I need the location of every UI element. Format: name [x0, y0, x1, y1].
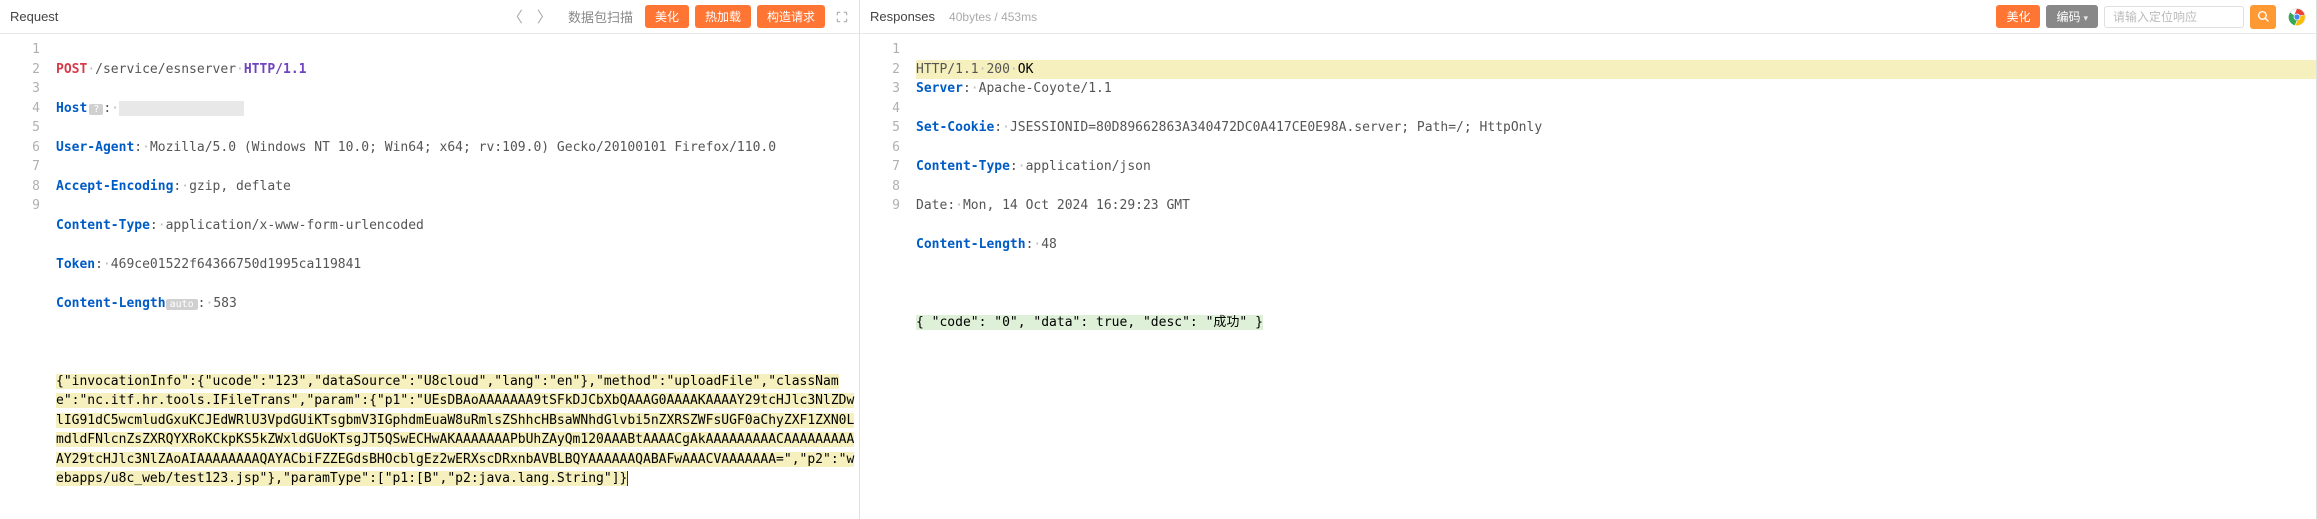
request-editor[interactable]: 123456789 POST·/service/esnserver·HTTP/1…	[0, 34, 859, 519]
request-title: Request	[10, 9, 58, 24]
chrome-icon[interactable]	[2288, 8, 2306, 26]
response-status-text: OK	[1018, 62, 1034, 77]
response-http-version: HTTP/1.1	[916, 62, 979, 77]
beautify-response-button[interactable]: 美化	[1996, 5, 2040, 28]
fullscreen-icon[interactable]	[835, 10, 849, 24]
response-body: { "code": "0", "data": true, "desc": "成功…	[916, 315, 1263, 330]
response-panel: Responses 40bytes / 453ms 美化 编码 12345678…	[860, 0, 2317, 519]
search-icon	[2257, 10, 2270, 23]
header-ct-name: Content-Type	[56, 218, 150, 233]
header-host-name: Host	[56, 101, 87, 116]
header-token-value: 469ce01522f64366750d1995ca119841	[111, 257, 361, 272]
response-title: Responses	[870, 9, 935, 24]
header-cl-name: Content-Length	[56, 296, 166, 311]
header-token-name: Token	[56, 257, 95, 272]
resp-header-ct-name: Content-Type	[916, 159, 1010, 174]
search-response-button[interactable]	[2250, 5, 2276, 29]
request-body[interactable]: {"invocationInfo":{"ucode":"123","dataSo…	[56, 374, 854, 487]
hotload-button[interactable]: 热加载	[695, 5, 751, 28]
response-status-code: 200	[986, 62, 1009, 77]
resp-header-date-name: Date	[916, 198, 947, 213]
resp-header-setcookie-name: Set-Cookie	[916, 120, 994, 135]
response-gutter: 123456789	[860, 34, 910, 519]
resp-header-cl-name: Content-Length	[916, 237, 1026, 252]
content-length-auto-badge: auto	[166, 299, 198, 310]
header-ae-name: Accept-Encoding	[56, 179, 173, 194]
next-request-button[interactable]: 〉	[533, 6, 556, 27]
header-host-value-masked: ██.███.██.██████	[119, 101, 244, 116]
host-help-badge[interactable]: ?	[89, 104, 103, 115]
response-header: Responses 40bytes / 453ms 美化 编码	[860, 0, 2316, 34]
request-header: Request 〈 〉 数据包扫描 美化 热加载 构造请求	[0, 0, 859, 34]
response-meta: 40bytes / 453ms	[949, 10, 1037, 24]
http-version: HTTP/1.1	[244, 62, 307, 77]
prev-request-button[interactable]: 〈	[504, 6, 527, 27]
response-content: HTTP/1.1·200·OK Server:·Apache-Coyote/1.…	[910, 34, 2316, 519]
request-content[interactable]: POST·/service/esnserver·HTTP/1.1 Host?:·…	[50, 34, 859, 519]
resp-header-cl-value: 48	[1041, 237, 1057, 252]
request-gutter: 123456789	[0, 34, 50, 519]
header-ua-value: Mozilla/5.0 (Windows NT 10.0; Win64; x64…	[150, 140, 776, 155]
resp-header-date-value: Mon, 14 Oct 2024 16:29:23 GMT	[963, 198, 1190, 213]
resp-header-server-value: Apache-Coyote/1.1	[979, 81, 1112, 96]
request-panel: Request 〈 〉 数据包扫描 美化 热加载 构造请求 123456789 …	[0, 0, 860, 519]
header-ct-value: application/x-www-form-urlencoded	[166, 218, 424, 233]
encode-dropdown-button[interactable]: 编码	[2046, 5, 2098, 28]
scan-packet-button[interactable]: 数据包扫描	[562, 7, 639, 26]
beautify-request-button[interactable]: 美化	[645, 5, 689, 28]
header-ae-value: gzip, deflate	[189, 179, 291, 194]
request-path: /service/esnserver	[95, 62, 236, 77]
construct-request-button[interactable]: 构造请求	[757, 5, 825, 28]
header-ua-name: User-Agent	[56, 140, 134, 155]
response-viewer[interactable]: 123456789 HTTP/1.1·200·OK Server:·Apache…	[860, 34, 2316, 519]
resp-header-ct-value: application/json	[1026, 159, 1151, 174]
resp-header-setcookie-value: JSESSIONID=80D89662863A340472DC0A417CE0E…	[1010, 120, 1542, 135]
search-response-input[interactable]	[2104, 6, 2244, 28]
header-cl-value: 583	[213, 296, 236, 311]
http-method: POST	[56, 62, 87, 77]
resp-header-server-name: Server	[916, 81, 963, 96]
